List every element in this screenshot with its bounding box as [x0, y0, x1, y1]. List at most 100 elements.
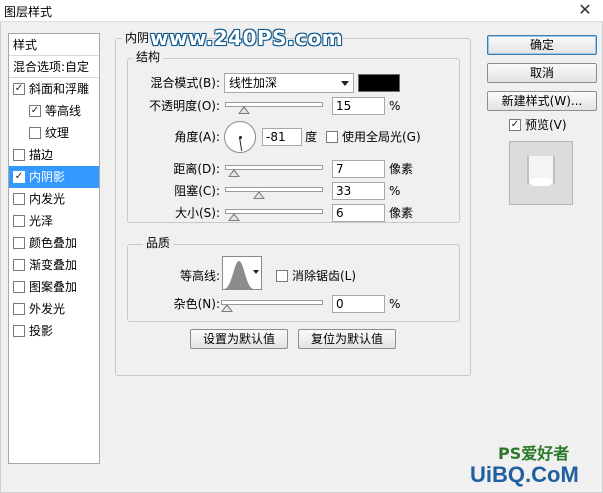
style-item[interactable]: ✓ 斜面和浮雕: [9, 78, 99, 100]
noise-label: 杂色(N):: [173, 297, 220, 311]
choke-slider-thumb[interactable]: [253, 191, 266, 199]
style-item[interactable]: 描边: [9, 144, 99, 166]
style-item[interactable]: 纹理: [9, 122, 99, 144]
size-input[interactable]: 6: [332, 204, 385, 222]
distance-slider[interactable]: [225, 163, 323, 177]
inner-shadow-group-title: 内阴: [122, 31, 153, 45]
blend-mode-select[interactable]: 线性加深: [224, 73, 354, 93]
global-light-checkbox[interactable]: [326, 130, 338, 143]
ok-button[interactable]: 确定: [487, 35, 597, 55]
distance-slider-track: [225, 165, 323, 170]
style-item-checkbox[interactable]: [13, 236, 25, 249]
distance-slider-thumb[interactable]: [227, 169, 240, 177]
make-default-button[interactable]: 设置为默认值: [190, 329, 288, 349]
blend-mode-value: 线性加深: [229, 76, 278, 90]
shadow-color-swatch[interactable]: [358, 74, 400, 92]
choke-input[interactable]: 33: [332, 182, 385, 200]
style-item-checkbox[interactable]: [13, 258, 25, 271]
preview-swatch-highlight: [530, 178, 552, 186]
choke-label: 阻塞(C):: [174, 184, 220, 198]
antialias-checkbox[interactable]: [276, 269, 288, 282]
preview-checkbox[interactable]: ✓: [509, 118, 521, 131]
styles-header-label: 样式: [13, 38, 38, 52]
chevron-down-icon: [253, 270, 259, 274]
style-item[interactable]: ✓ 等高线: [9, 100, 99, 122]
size-unit: 像素: [389, 206, 414, 220]
watermark-top: www.240PS.com: [150, 26, 344, 50]
new-style-button[interactable]: 新建样式(W)...: [487, 91, 597, 111]
choke-slider[interactable]: [225, 185, 323, 199]
style-item-label: 内发光: [29, 192, 66, 206]
style-item-checkbox[interactable]: ✓: [13, 170, 25, 183]
style-item-label: 渐变叠加: [29, 258, 78, 272]
opacity-input[interactable]: 15: [332, 97, 385, 115]
style-item-checkbox[interactable]: [13, 214, 25, 227]
style-item[interactable]: ✓ 内阴影: [9, 166, 99, 188]
chevron-down-icon: [341, 81, 349, 86]
opacity-slider-thumb[interactable]: [237, 106, 250, 114]
style-item-checkbox[interactable]: ✓: [13, 82, 25, 95]
styles-header[interactable]: 样式: [9, 34, 99, 56]
size-label: 大小(S):: [174, 206, 220, 220]
choke-unit: %: [389, 184, 401, 198]
style-item[interactable]: 光泽: [9, 210, 99, 232]
opacity-label: 不透明度(O):: [149, 99, 220, 113]
global-light-label: 使用全局光(G): [342, 130, 421, 144]
style-item-checkbox[interactable]: ✓: [29, 104, 41, 117]
opacity-unit: %: [389, 99, 401, 113]
style-item[interactable]: 颜色叠加: [9, 232, 99, 254]
watermark-bottom: PS爱好者 UiBQ.CoM: [470, 440, 600, 490]
antialias-label: 消除锯齿(L): [292, 269, 357, 283]
style-item[interactable]: 外发光: [9, 298, 99, 320]
style-item-label: 图案叠加: [29, 280, 78, 294]
style-item[interactable]: 图案叠加: [9, 276, 99, 298]
noise-slider[interactable]: [221, 298, 323, 312]
style-item-label: 颜色叠加: [29, 236, 78, 250]
style-item-label: 斜面和浮雕: [29, 82, 90, 96]
reset-default-button[interactable]: 复位为默认值: [298, 329, 396, 349]
style-item-label: 投影: [29, 324, 54, 338]
window-title: 图层样式: [4, 5, 53, 19]
angle-dial[interactable]: [224, 121, 256, 153]
preview-swatch: [509, 141, 573, 205]
style-item-checkbox[interactable]: [13, 148, 25, 161]
noise-slider-thumb[interactable]: [221, 304, 233, 312]
angle-unit: 度: [305, 130, 318, 144]
style-item-checkbox[interactable]: [13, 324, 25, 337]
blend-mode-label: 混合模式(B):: [150, 76, 220, 90]
angle-input[interactable]: -81: [262, 128, 302, 146]
structure-title: 结构: [133, 50, 164, 64]
global-light-toggle[interactable]: 使用全局光(G): [326, 129, 421, 145]
noise-unit: %: [389, 297, 401, 311]
preview-toggle[interactable]: ✓ 预览(V): [509, 117, 567, 133]
style-item-checkbox[interactable]: [13, 192, 25, 205]
style-item[interactable]: 投影: [9, 320, 99, 342]
cancel-button[interactable]: 取消: [487, 63, 597, 83]
size-slider[interactable]: [225, 207, 323, 221]
size-slider-thumb[interactable]: [228, 213, 241, 221]
watermark-site: UiBQ.CoM: [470, 462, 579, 487]
watermark-brand: PS爱好者: [498, 444, 570, 463]
angle-dial-needle: [239, 137, 243, 151]
blend-options-label: 混合选项:自定: [13, 60, 90, 74]
distance-input[interactable]: 7: [332, 160, 385, 178]
close-icon[interactable]: ✕: [577, 2, 593, 18]
style-item[interactable]: 渐变叠加: [9, 254, 99, 276]
style-item[interactable]: 内发光: [9, 188, 99, 210]
contour-picker[interactable]: [222, 256, 262, 290]
style-item-checkbox[interactable]: [13, 302, 25, 315]
quality-title: 品质: [143, 236, 174, 250]
style-item-label: 外发光: [29, 302, 66, 316]
antialias-toggle[interactable]: 消除锯齿(L): [276, 268, 356, 284]
style-item-checkbox[interactable]: [29, 126, 41, 139]
style-item-label: 描边: [29, 148, 54, 162]
blend-options-item[interactable]: 混合选项:自定: [9, 56, 99, 78]
style-item-label: 光泽: [29, 214, 54, 228]
noise-slider-track: [221, 300, 323, 305]
preview-label: 预览(V): [525, 118, 567, 132]
style-item-label: 内阴影: [29, 170, 66, 184]
style-item-checkbox[interactable]: [13, 280, 25, 293]
noise-input[interactable]: 0: [332, 295, 385, 313]
opacity-slider[interactable]: [225, 100, 323, 114]
title-bar: 图层样式 ✕: [0, 0, 603, 22]
